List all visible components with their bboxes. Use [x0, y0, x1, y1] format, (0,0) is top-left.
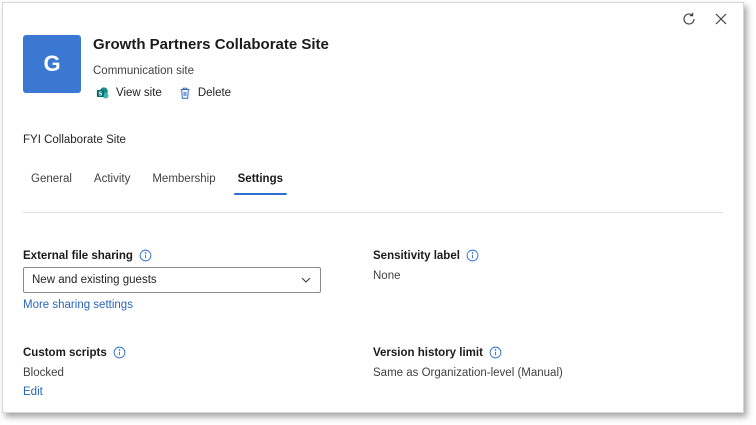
chevron-down-icon: [301, 277, 311, 283]
version-history-value: Same as Organization-level (Manual): [373, 367, 563, 379]
external-sharing-label-text: External file sharing: [23, 249, 133, 262]
external-sharing-dropdown[interactable]: New and existing guests: [23, 267, 321, 293]
version-history-label: Version history limit: [373, 346, 502, 359]
tab-settings[interactable]: Settings: [230, 169, 291, 195]
sharepoint-icon: S: [96, 87, 109, 99]
site-description: FYI Collaborate Site: [23, 134, 126, 146]
info-icon[interactable]: [466, 249, 479, 262]
site-type-label: Communication site: [93, 65, 194, 77]
custom-scripts-label: Custom scripts: [23, 346, 126, 359]
info-icon[interactable]: [113, 346, 126, 359]
custom-scripts-label-text: Custom scripts: [23, 346, 107, 359]
delete-button[interactable]: Delete: [178, 86, 231, 100]
tab-general[interactable]: General: [23, 169, 80, 195]
tab-list: General Activity Membership Settings: [23, 169, 297, 195]
site-details-panel: G Growth Partners Collaborate Site Commu…: [2, 2, 744, 413]
delete-label: Delete: [197, 87, 232, 99]
svg-text:S: S: [98, 92, 102, 98]
sensitivity-value: None: [373, 270, 401, 282]
view-site-button[interactable]: S View site: [96, 86, 162, 100]
tab-divider: [23, 212, 723, 213]
info-icon[interactable]: [139, 249, 152, 262]
tab-membership[interactable]: Membership: [144, 169, 223, 195]
view-site-label: View site: [116, 87, 162, 99]
close-icon[interactable]: [711, 9, 731, 29]
tab-activity[interactable]: Activity: [86, 169, 138, 195]
sensitivity-label-text: Sensitivity label: [373, 249, 460, 262]
site-avatar: G: [23, 35, 81, 93]
panel-actions: [679, 9, 731, 29]
sensitivity-label: Sensitivity label: [373, 249, 479, 262]
more-sharing-settings-link[interactable]: More sharing settings: [23, 299, 133, 311]
site-actions: S View site Delete: [96, 86, 231, 100]
version-history-label-text: Version history limit: [373, 346, 483, 359]
edit-custom-scripts-link[interactable]: Edit: [23, 386, 43, 398]
refresh-icon[interactable]: [679, 9, 699, 29]
custom-scripts-value: Blocked: [23, 367, 64, 379]
trash-icon: [180, 87, 190, 99]
external-sharing-selected: New and existing guests: [32, 274, 157, 286]
info-icon[interactable]: [489, 346, 502, 359]
page-title: Growth Partners Collaborate Site: [93, 36, 329, 53]
external-sharing-label: External file sharing: [23, 249, 152, 262]
